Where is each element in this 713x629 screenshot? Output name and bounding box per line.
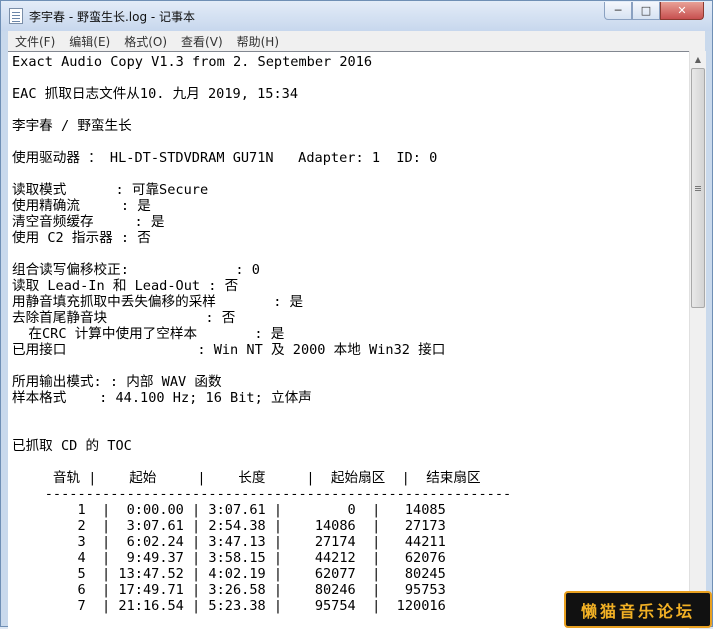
scroll-up-arrow-icon[interactable]: ▲ xyxy=(690,51,706,68)
title-bar[interactable]: 李宇春 - 野蛮生长.log - 记事本 ─ □ ✕ xyxy=(1,1,712,31)
scroll-thumb[interactable] xyxy=(691,68,705,308)
menu-help[interactable]: 帮助(H) xyxy=(230,33,286,50)
vertical-scrollbar[interactable]: ▲ xyxy=(689,51,706,628)
grip-icon xyxy=(695,187,701,189)
menu-edit[interactable]: 编辑(E) xyxy=(62,33,117,50)
close-button[interactable]: ✕ xyxy=(660,2,704,20)
maximize-button[interactable]: □ xyxy=(632,2,660,20)
text-editor[interactable]: Exact Audio Copy V1.3 from 2. September … xyxy=(8,51,689,629)
window-controls: ─ □ ✕ xyxy=(604,2,704,20)
menu-view[interactable]: 查看(V) xyxy=(174,33,230,50)
menu-file[interactable]: 文件(F) xyxy=(8,33,62,50)
notepad-window: 李宇春 - 野蛮生长.log - 记事本 ─ □ ✕ 文件(F) 编辑(E) 格… xyxy=(0,0,713,629)
menu-bar: 文件(F) 编辑(E) 格式(O) 查看(V) 帮助(H) xyxy=(8,31,705,51)
minimize-button[interactable]: ─ xyxy=(604,2,632,20)
menu-format[interactable]: 格式(O) xyxy=(117,33,174,50)
window-title: 李宇春 - 野蛮生长.log - 记事本 xyxy=(29,10,196,24)
watermark-logo: 懒猫音乐论坛 xyxy=(564,591,712,628)
notepad-icon xyxy=(9,8,23,24)
document-text[interactable]: Exact Audio Copy V1.3 from 2. September … xyxy=(8,52,689,614)
